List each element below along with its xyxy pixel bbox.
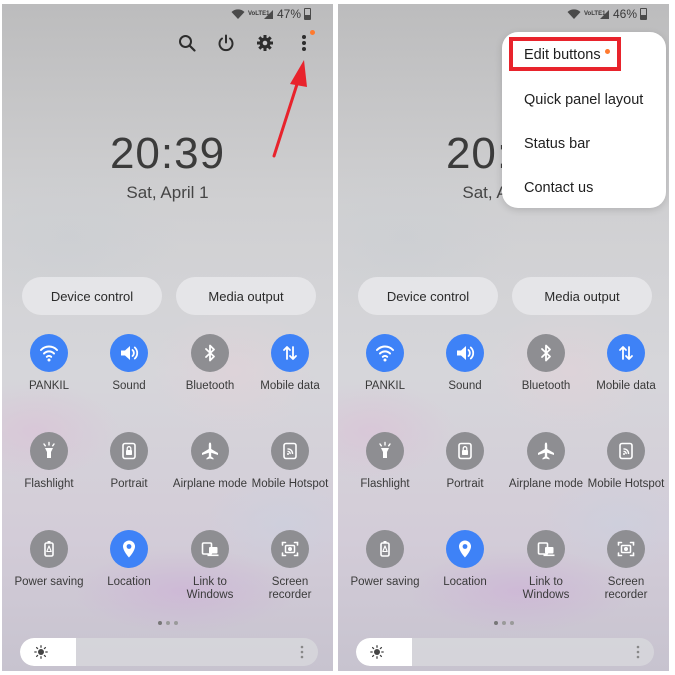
airplane-icon xyxy=(527,432,565,470)
quick-tile-link-to-windows[interactable]: Link to Windows xyxy=(506,530,586,602)
hotspot-icon xyxy=(607,432,645,470)
quick-panel-left: VoLTE1 47% 20:39 Sat, April 1 Device con… xyxy=(2,4,333,671)
page-indicator xyxy=(338,621,669,625)
quick-tile-label: Location xyxy=(443,576,487,588)
quick-tile-airplane[interactable]: Airplane mode xyxy=(506,432,586,491)
mobile-data-icon xyxy=(607,334,645,372)
screen-recorder-icon xyxy=(607,530,645,568)
menu-item-contact-us[interactable]: Contact us xyxy=(524,180,593,196)
quick-panel-right: VoLTE1 46% 20:39 Sat, April 1 Device con… xyxy=(338,4,669,671)
annotation-arrow xyxy=(272,60,307,158)
device-control-button[interactable]: Device control xyxy=(358,277,498,315)
options-menu: Edit buttons Quick panel layout Status b… xyxy=(502,32,666,208)
quick-tile-label: Airplane mode xyxy=(508,478,584,490)
bluetooth-icon xyxy=(527,334,565,372)
sound-icon xyxy=(446,334,484,372)
quick-tile-portrait-lock[interactable]: Portrait xyxy=(425,432,505,491)
quick-tile-label: Power saving xyxy=(350,576,420,588)
portrait-lock-icon xyxy=(446,432,484,470)
signal-status-icon xyxy=(599,9,609,19)
quick-tile-label: Mobile data xyxy=(596,380,656,392)
wifi-status-icon xyxy=(567,8,581,19)
quick-tile-flashlight[interactable]: Flashlight xyxy=(345,432,425,491)
menu-item-status-bar[interactable]: Status bar xyxy=(524,136,590,152)
quick-tile-wifi[interactable]: PANKIL xyxy=(345,334,425,393)
quick-tile-label: Screen recorder xyxy=(604,576,648,601)
quick-tile-sound[interactable]: Sound xyxy=(425,334,505,393)
quick-tile-mobile-data[interactable]: Mobile data xyxy=(586,334,666,393)
battery-icon xyxy=(640,8,647,20)
quick-tile-hotspot[interactable]: Mobile Hotspot xyxy=(586,432,666,491)
quick-tile-location[interactable]: Location xyxy=(425,530,505,589)
flashlight-icon xyxy=(366,432,404,470)
menu-item-quick-panel-layout[interactable]: Quick panel layout xyxy=(524,92,643,108)
quick-tile-bluetooth[interactable]: Bluetooth xyxy=(506,334,586,393)
annotation-highlight-box xyxy=(509,37,621,71)
quick-tile-label: PANKIL xyxy=(364,380,406,392)
media-output-button[interactable]: Media output xyxy=(512,277,652,315)
quick-tile-label: Portrait xyxy=(446,478,484,490)
location-icon xyxy=(446,530,484,568)
quick-tile-label: Mobile Hotspot xyxy=(587,478,665,490)
link-to-windows-icon xyxy=(527,530,565,568)
quick-tile-power-saving[interactable]: Power saving xyxy=(345,530,425,589)
status-bar: VoLTE1 46% xyxy=(567,7,647,21)
quick-tile-screen-recorder[interactable]: Screen recorder xyxy=(586,530,666,602)
brightness-icon xyxy=(370,645,384,659)
brightness-more-icon[interactable] xyxy=(636,645,640,659)
quick-tile-label: Bluetooth xyxy=(521,380,571,392)
power-saving-icon xyxy=(366,530,404,568)
battery-percent: 46% xyxy=(612,7,637,21)
quick-tile-label: Sound xyxy=(448,380,482,392)
quick-tile-label: Flashlight xyxy=(360,478,410,490)
brightness-slider[interactable] xyxy=(356,638,654,666)
wifi-icon xyxy=(366,334,404,372)
brightness-fill xyxy=(356,638,412,666)
network-indicator: VoLTE1 xyxy=(583,11,606,17)
quick-tile-label: Link to Windows xyxy=(522,576,570,601)
